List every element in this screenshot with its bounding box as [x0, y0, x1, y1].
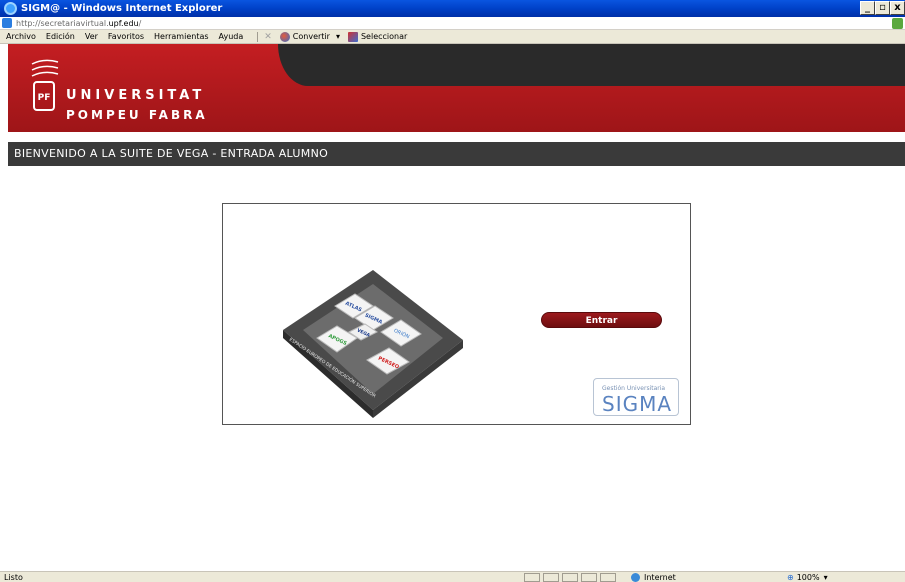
zoom-level: 100% [796, 572, 820, 582]
convert-label: Convertir [292, 32, 330, 41]
menu-edicion[interactable]: Edición [46, 32, 75, 41]
close-toolbar-icon[interactable]: ✕ [264, 32, 272, 42]
globe-icon [631, 572, 640, 582]
window-titlebar: SIGM@ - Windows Internet Explorer _ ▫ x [0, 0, 905, 17]
upf-header: PF UNIVERSITAT POMPEU FABRA [8, 44, 905, 132]
suite-illustration: ATLAS SIGMA ORIÓN APOGS VEGA PERSEO ESPA… [283, 270, 463, 418]
login-panel: ATLAS SIGMA ORIÓN APOGS VEGA PERSEO ESPA… [222, 203, 691, 425]
convert-dropdown-icon[interactable]: ▾ [336, 32, 340, 41]
close-button[interactable]: x [890, 1, 905, 15]
sigma-badge: Gestión Universitaria SIGMA [593, 378, 679, 416]
status-cell [524, 572, 540, 582]
status-cell [581, 572, 597, 582]
page-content: PF UNIVERSITAT POMPEU FABRA BIENVENIDO A… [8, 44, 905, 571]
status-bar: Listo Internet ⊕ 100% ▾ [0, 571, 905, 582]
url-prefix: http://secretariavirtual. [16, 18, 109, 28]
status-cell [562, 572, 578, 582]
security-zone[interactable]: Internet [631, 572, 781, 582]
menu-archivo[interactable]: Archivo [6, 32, 36, 41]
status-cell [543, 572, 559, 582]
enter-button[interactable]: Entrar [541, 312, 662, 328]
minimize-button[interactable]: _ [860, 1, 875, 15]
menu-ayuda[interactable]: Ayuda [219, 32, 244, 41]
select-icon [347, 31, 358, 42]
zoom-icon: ⊕ [787, 572, 794, 582]
menu-herramientas[interactable]: Herramientas [154, 32, 209, 41]
status-text: Listo [4, 572, 23, 582]
window-controls: _ ▫ x [860, 1, 905, 15]
page-title: BIENVENIDO A LA SUITE DE VEGA - ENTRADA … [8, 142, 905, 166]
page-icon [2, 18, 12, 28]
university-name-line2: POMPEU FABRA [66, 108, 208, 122]
select-label: Seleccionar [360, 32, 408, 41]
select-button[interactable]: Seleccionar [347, 31, 408, 42]
sigma-badge-subtitle: Gestión Universitaria [602, 385, 666, 392]
zoom-control[interactable]: ⊕ 100% ▾ [787, 573, 828, 582]
svg-text:PF: PF [38, 93, 51, 103]
window-title: SIGM@ - Windows Internet Explorer [21, 3, 223, 14]
url-host: upf.edu [108, 18, 139, 28]
maximize-button[interactable]: ▫ [875, 1, 890, 15]
upf-logo-icon[interactable]: PF [28, 56, 60, 118]
ie-logo-icon [4, 2, 17, 15]
address-bar[interactable]: http://secretariavirtual. upf.edu / [0, 17, 905, 30]
menu-bar: Archivo Edición Ver Favoritos Herramient… [0, 30, 905, 44]
status-cell [600, 572, 616, 582]
menu-ver[interactable]: Ver [85, 32, 98, 41]
sigma-badge-title: SIGMA [602, 392, 673, 416]
toolbar-separator [257, 31, 259, 42]
zone-label: Internet [644, 572, 676, 582]
header-dark-band [278, 44, 905, 86]
url-trail: / [138, 18, 142, 28]
convert-icon [279, 31, 290, 42]
zoom-dropdown-icon[interactable]: ▾ [824, 573, 828, 582]
go-icon[interactable] [892, 18, 903, 29]
convert-button[interactable]: Convertir ▾ [279, 31, 340, 42]
menu-favoritos[interactable]: Favoritos [108, 32, 144, 41]
university-name-line1: UNIVERSITAT [66, 88, 206, 103]
